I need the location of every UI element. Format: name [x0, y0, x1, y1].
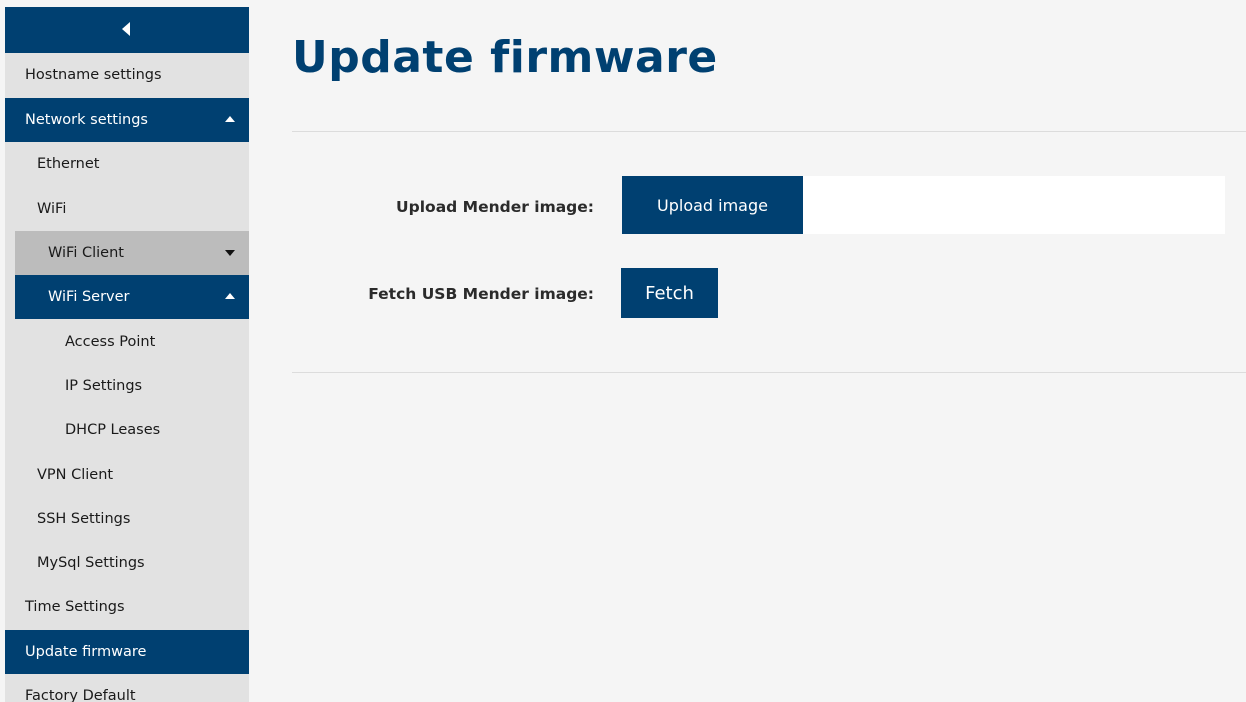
- sidebar-item-wifi-client[interactable]: WiFi Client: [15, 231, 249, 275]
- sidebar-item-vpn-client[interactable]: VPN Client: [5, 453, 249, 497]
- sidebar-item-update-firmware[interactable]: Update firmware: [5, 630, 249, 674]
- caret-up-icon: [225, 116, 235, 122]
- sidebar-item-label: WiFi Client: [48, 245, 124, 261]
- sidebar-item-label: WiFi Server: [48, 289, 130, 305]
- sidebar-item-label: Hostname settings: [25, 67, 162, 83]
- upload-image-button[interactable]: Upload image: [622, 176, 803, 234]
- sidebar: Hostname settings Network settings Ether…: [5, 7, 249, 702]
- sidebar-item-ethernet[interactable]: Ethernet: [5, 142, 249, 186]
- sidebar-item-network-settings[interactable]: Network settings: [5, 98, 249, 142]
- divider: [292, 372, 1246, 373]
- sidebar-item-wifi-server[interactable]: WiFi Server: [15, 275, 249, 319]
- sidebar-item-ssh-settings[interactable]: SSH Settings: [5, 497, 249, 541]
- fetch-button[interactable]: Fetch: [621, 268, 718, 318]
- fetch-usb-mender-image-label: Fetch USB Mender image:: [368, 285, 594, 303]
- sidebar-item-label: SSH Settings: [37, 511, 131, 527]
- divider: [292, 131, 1246, 132]
- sidebar-item-label: MySql Settings: [37, 555, 145, 571]
- sidebar-collapse-button[interactable]: [5, 7, 249, 53]
- sidebar-item-label: Factory Default: [25, 688, 136, 702]
- sidebar-item-dhcp-leases[interactable]: DHCP Leases: [5, 408, 249, 452]
- sidebar-item-label: DHCP Leases: [65, 422, 161, 438]
- sidebar-item-label: Ethernet: [37, 156, 100, 172]
- caret-down-icon: [225, 250, 235, 256]
- sidebar-item-label: Time Settings: [25, 599, 125, 615]
- page-title: Update firmware: [292, 32, 718, 83]
- app-window: Hostname settings Network settings Ether…: [0, 0, 1246, 702]
- sidebar-item-mysql-settings[interactable]: MySql Settings: [5, 541, 249, 585]
- sidebar-item-label: Network settings: [25, 112, 148, 128]
- sidebar-item-label: IP Settings: [65, 378, 143, 394]
- sidebar-item-access-point[interactable]: Access Point: [5, 320, 249, 364]
- sidebar-item-label: WiFi: [37, 201, 67, 217]
- sidebar-item-ip-settings[interactable]: IP Settings: [5, 364, 249, 408]
- triangle-left-icon: [122, 22, 130, 36]
- sidebar-item-time-settings[interactable]: Time Settings: [5, 585, 249, 629]
- sidebar-item-label: Access Point: [65, 334, 156, 350]
- caret-up-icon: [225, 293, 235, 299]
- upload-mender-image-label: Upload Mender image:: [396, 198, 594, 216]
- sidebar-item-factory-default[interactable]: Factory Default: [5, 674, 249, 702]
- sidebar-item-hostname-settings[interactable]: Hostname settings: [5, 53, 249, 97]
- sidebar-item-label: Update firmware: [25, 644, 147, 660]
- sidebar-item-wifi[interactable]: WiFi: [5, 187, 249, 231]
- sidebar-item-label: VPN Client: [37, 467, 114, 483]
